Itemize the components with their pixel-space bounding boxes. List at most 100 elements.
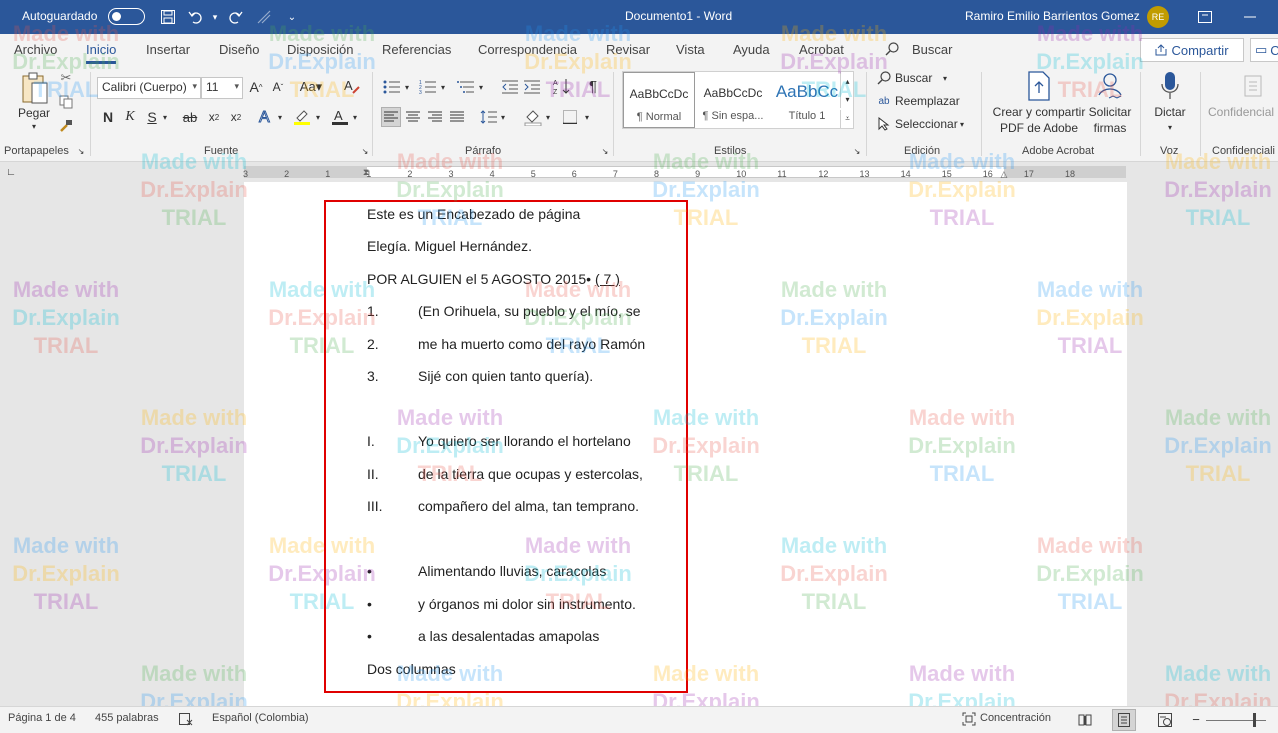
numbering-icon[interactable]: 123 — [418, 78, 438, 96]
redo-icon[interactable] — [226, 8, 244, 26]
document-canvas[interactable] — [0, 182, 1278, 706]
list-item[interactable]: Sijé con quien tanto quería). — [418, 368, 593, 384]
word-count[interactable]: 455 palabras — [95, 712, 159, 724]
text-effects-icon[interactable]: A — [256, 106, 276, 126]
zoom-slider[interactable] — [1206, 720, 1266, 721]
focus-mode-label[interactable]: Concentración — [980, 712, 1051, 724]
tab-acrobat[interactable]: Acrobat — [799, 42, 844, 57]
dictate-dropdown-icon[interactable]: ▾ — [1165, 122, 1175, 132]
font-size-box[interactable]: 11 ▾ — [201, 77, 243, 99]
font-name-box[interactable]: Calibri (Cuerpo) ▾ — [97, 77, 201, 99]
document-page[interactable] — [244, 182, 1127, 706]
list-item[interactable]: Alimentando lluvias, caracolas — [418, 563, 606, 579]
decrease-indent-icon[interactable] — [500, 78, 520, 96]
undo-dropdown-icon[interactable]: ▾ — [206, 8, 224, 26]
strikethrough-button[interactable]: ab — [180, 108, 200, 126]
comments-button[interactable]: ▭ Co — [1250, 38, 1278, 62]
style-heading-1[interactable]: AaBbCc Título 1 — [771, 72, 843, 128]
zoom-out-icon[interactable]: − — [1190, 712, 1202, 727]
cut-icon[interactable]: ✂ — [58, 70, 74, 86]
format-painter-icon[interactable] — [58, 118, 74, 134]
sensitivity-label[interactable]: Confidencial — [1208, 105, 1274, 119]
italic-button[interactable]: K — [122, 108, 138, 126]
shading-icon[interactable] — [523, 107, 543, 127]
indent-marker-icon[interactable]: ⧗ — [360, 163, 372, 181]
web-layout-icon[interactable] — [1153, 709, 1177, 731]
tab-ayuda[interactable]: Ayuda — [733, 42, 770, 57]
list-item[interactable]: (En Orihuela, su pueblo y el mío, se — [418, 303, 641, 319]
tab-diseno[interactable]: Diseño — [219, 42, 259, 57]
request-signatures-icon[interactable] — [1094, 70, 1126, 102]
clear-formatting-icon[interactable]: A — [342, 76, 362, 96]
show-formatting-icon[interactable]: ¶ — [584, 76, 602, 96]
subscript-button[interactable]: x2 — [206, 108, 222, 126]
list-item[interactable]: compañero del alma, tan temprano. — [418, 498, 639, 514]
avatar[interactable]: RE — [1147, 6, 1169, 28]
line-spacing-dropdown-icon[interactable]: ▾ — [498, 112, 508, 122]
increase-indent-icon[interactable] — [522, 78, 542, 96]
print-layout-icon[interactable] — [1112, 709, 1136, 731]
tab-revisar[interactable]: Revisar — [606, 42, 650, 57]
styles-more-icon[interactable]: ⩡ — [840, 110, 854, 128]
paste-icon[interactable] — [18, 70, 52, 106]
undo-icon[interactable] — [187, 8, 205, 26]
page-header-text[interactable]: Este es un Encabezado de página — [367, 206, 580, 222]
highlight-dropdown-icon[interactable]: ▾ — [313, 112, 323, 122]
underline-dropdown-icon[interactable]: ▾ — [160, 112, 170, 122]
font-size-dropdown-icon[interactable]: ▾ — [234, 81, 239, 92]
list-item[interactable]: a las desalentadas amapolas — [418, 628, 599, 644]
bullets-dropdown-icon[interactable]: ▾ — [402, 82, 412, 92]
list-item[interactable]: de la tierra que ocupas y estercolas, — [418, 466, 643, 482]
byline-text[interactable]: POR ALGUIEN el 5 AGOSTO 2015• ( 7 ) — [367, 271, 620, 287]
list-item[interactable]: Yo quiero ser llorando el hortelano — [418, 433, 631, 449]
find-icon[interactable] — [876, 70, 892, 86]
customize-qat-icon[interactable]: ⌄ — [283, 8, 301, 26]
find-dropdown-icon[interactable]: ▾ — [940, 73, 950, 83]
ribbon-display-icon[interactable] — [1196, 8, 1214, 26]
dictate-icon[interactable] — [1155, 70, 1185, 102]
replace-label[interactable]: Reemplazar — [895, 94, 960, 108]
style-no-spacing[interactable]: AaBbCcDc ¶ Sin espa... — [697, 72, 769, 128]
align-center-icon[interactable] — [403, 107, 423, 127]
multilevel-dropdown-icon[interactable]: ▾ — [476, 82, 486, 92]
tell-me-search[interactable]: Buscar — [912, 42, 952, 57]
font-color-icon[interactable]: A — [330, 106, 350, 126]
numbering-dropdown-icon[interactable]: ▾ — [438, 82, 448, 92]
list-item[interactable]: me ha muerto como del rayo Ramón — [418, 336, 645, 352]
language-indicator[interactable]: Español (Colombia) — [212, 712, 309, 724]
replace-icon[interactable]: ab — [876, 93, 892, 109]
style-normal[interactable]: AaBbCcDc ¶ Normal — [623, 72, 695, 128]
create-pdf-label-1[interactable]: Crear y compartir — [990, 105, 1088, 119]
tab-vista[interactable]: Vista — [676, 42, 705, 57]
text-effects-dropdown-icon[interactable]: ▾ — [275, 112, 285, 122]
tab-inicio[interactable]: Inicio — [86, 42, 117, 64]
paste-dropdown-icon[interactable]: ▾ — [28, 121, 40, 131]
right-indent-marker-icon[interactable]: △ — [998, 168, 1010, 180]
borders-icon[interactable] — [560, 107, 580, 127]
underline-button[interactable]: S — [144, 108, 160, 126]
clipboard-launcher-icon[interactable]: ↘ — [76, 146, 86, 156]
styles-scroll-up-icon[interactable]: ▴ — [840, 72, 854, 90]
dictate-label[interactable]: Dictar — [1150, 105, 1190, 119]
zoom-slider-thumb[interactable] — [1253, 713, 1256, 727]
page-count[interactable]: Página 1 de 4 — [8, 712, 76, 724]
list-item[interactable]: y órganos mi dolor sin instrumento. — [418, 596, 636, 612]
sort-icon[interactable]: AZ — [552, 76, 572, 96]
autosave-toggle[interactable] — [108, 8, 145, 25]
paste-label[interactable]: Pegar — [14, 106, 54, 120]
proofing-icon[interactable] — [178, 711, 194, 727]
tab-correspondencia[interactable]: Correspondencia — [478, 42, 577, 57]
two-columns-text[interactable]: Dos columnas — [367, 661, 456, 677]
borders-dropdown-icon[interactable]: ▾ — [582, 112, 592, 122]
styles-launcher-icon[interactable]: ↘ — [852, 146, 862, 156]
horizontal-ruler[interactable]: ∟ 3 2 1 1 2 3 4 5 6 7 8 9 10 11 12 13 14 15 16 17 18 ⧗ △ — [0, 162, 1278, 182]
tab-insertar[interactable]: Insertar — [146, 42, 190, 57]
create-pdf-label-2[interactable]: PDF de Adobe — [990, 121, 1088, 135]
font-launcher-icon[interactable]: ↘ — [360, 146, 370, 156]
minimize-icon[interactable] — [1241, 8, 1259, 26]
tab-referencias[interactable]: Referencias — [382, 42, 451, 57]
request-signatures-label-1[interactable]: Solicitar — [1088, 105, 1132, 119]
tab-disposicion[interactable]: Disposición — [287, 42, 353, 57]
change-case-icon[interactable]: Aa▾ — [298, 78, 324, 96]
bullets-icon[interactable] — [382, 78, 402, 96]
